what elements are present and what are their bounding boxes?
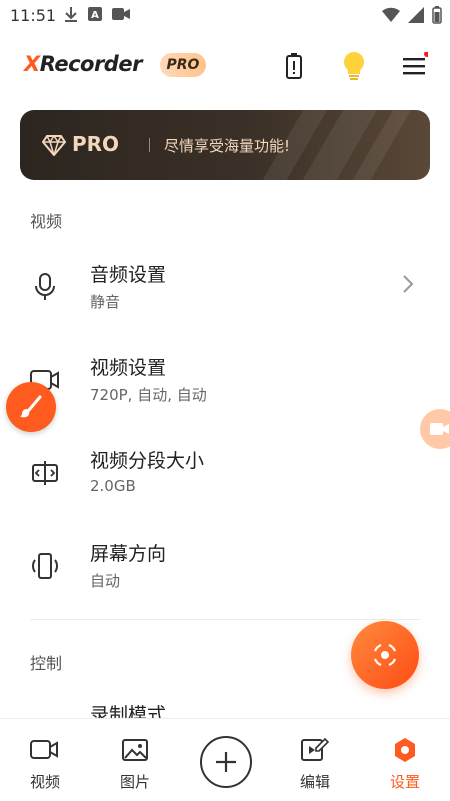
setting-subtitle: 自动 bbox=[90, 572, 121, 590]
section-header-video: 视频 bbox=[30, 212, 63, 231]
nav-tab-images[interactable]: 图片 bbox=[90, 719, 180, 801]
setting-title: 视频分段大小 bbox=[90, 450, 205, 472]
menu-button[interactable] bbox=[398, 50, 430, 82]
record-button[interactable] bbox=[351, 621, 419, 689]
pro-banner-divider bbox=[149, 138, 150, 152]
tips-button[interactable] bbox=[338, 50, 370, 82]
bottom-nav: 视频 图片 编辑 设置 bbox=[0, 718, 450, 801]
pro-banner-text: 尽情享受海量功能! bbox=[164, 137, 291, 155]
video-camera-icon bbox=[430, 423, 449, 435]
battery-alert-button[interactable] bbox=[278, 50, 310, 82]
setting-subtitle: 静音 bbox=[90, 293, 121, 311]
nav-tab-settings[interactable]: 设置 bbox=[360, 719, 450, 801]
setting-audio[interactable]: 音频设置 静音 bbox=[0, 248, 450, 324]
menu-icon bbox=[403, 52, 428, 75]
video-icon bbox=[30, 735, 60, 765]
battery-alert-icon bbox=[286, 53, 302, 79]
setting-title: 视频设置 bbox=[90, 357, 167, 379]
nav-label: 图片 bbox=[119, 773, 150, 791]
setting-subtitle: 720P, 自动, 自动 bbox=[90, 386, 207, 404]
image-icon bbox=[120, 735, 150, 765]
wifi-icon bbox=[382, 7, 400, 23]
app-a-icon: A bbox=[88, 7, 102, 21]
app-logo: XRecorder bbox=[24, 52, 142, 76]
pro-upgrade-banner[interactable]: PRO 尽情享受海量功能! bbox=[20, 110, 430, 180]
brush-tool-button[interactable] bbox=[6, 382, 56, 432]
setting-video[interactable]: 视频设置 720P, 自动, 自动 bbox=[0, 341, 450, 417]
pro-banner-title: PRO bbox=[72, 132, 120, 156]
logo-text: Recorder bbox=[39, 52, 143, 76]
signal-icon bbox=[408, 7, 424, 23]
settings-hex-icon bbox=[390, 735, 420, 765]
section-header-control: 控制 bbox=[30, 654, 63, 673]
microphone-icon bbox=[28, 270, 62, 304]
setting-title: 音频设置 bbox=[90, 264, 167, 286]
setting-subtitle: 2.0GB bbox=[90, 477, 136, 495]
nav-label: 编辑 bbox=[299, 773, 330, 791]
add-button[interactable] bbox=[200, 736, 252, 788]
chevron-right-icon bbox=[403, 275, 414, 293]
phone-rotate-icon bbox=[28, 549, 62, 583]
screen-record-status-icon bbox=[112, 8, 130, 20]
setting-title: 屏幕方向 bbox=[90, 543, 167, 565]
nav-tab-edit[interactable]: 编辑 bbox=[270, 719, 360, 801]
edit-icon bbox=[300, 735, 330, 765]
brush-icon bbox=[20, 395, 42, 418]
plus-icon bbox=[216, 752, 236, 772]
battery-icon bbox=[432, 6, 442, 24]
record-target-icon bbox=[373, 643, 397, 667]
status-time: 11:51 bbox=[10, 6, 57, 25]
svg-text:A: A bbox=[91, 10, 99, 21]
download-icon bbox=[65, 7, 77, 22]
nav-label: 设置 bbox=[389, 773, 420, 791]
pro-badge[interactable]: PRO bbox=[160, 53, 206, 77]
logo-x: X bbox=[24, 52, 40, 76]
nav-label: 视频 bbox=[29, 773, 60, 791]
status-bar: 11:51 A bbox=[0, 0, 450, 32]
nav-tab-video[interactable]: 视频 bbox=[0, 719, 90, 801]
setting-segment-size[interactable]: 视频分段大小 2.0GB bbox=[0, 434, 450, 510]
setting-screen-orientation[interactable]: 屏幕方向 自动 bbox=[0, 527, 450, 603]
lightbulb-icon bbox=[344, 52, 364, 80]
split-icon bbox=[28, 456, 62, 490]
app-bar: XRecorder PRO bbox=[0, 38, 450, 94]
section-divider bbox=[30, 619, 420, 620]
diamond-icon bbox=[42, 134, 66, 156]
